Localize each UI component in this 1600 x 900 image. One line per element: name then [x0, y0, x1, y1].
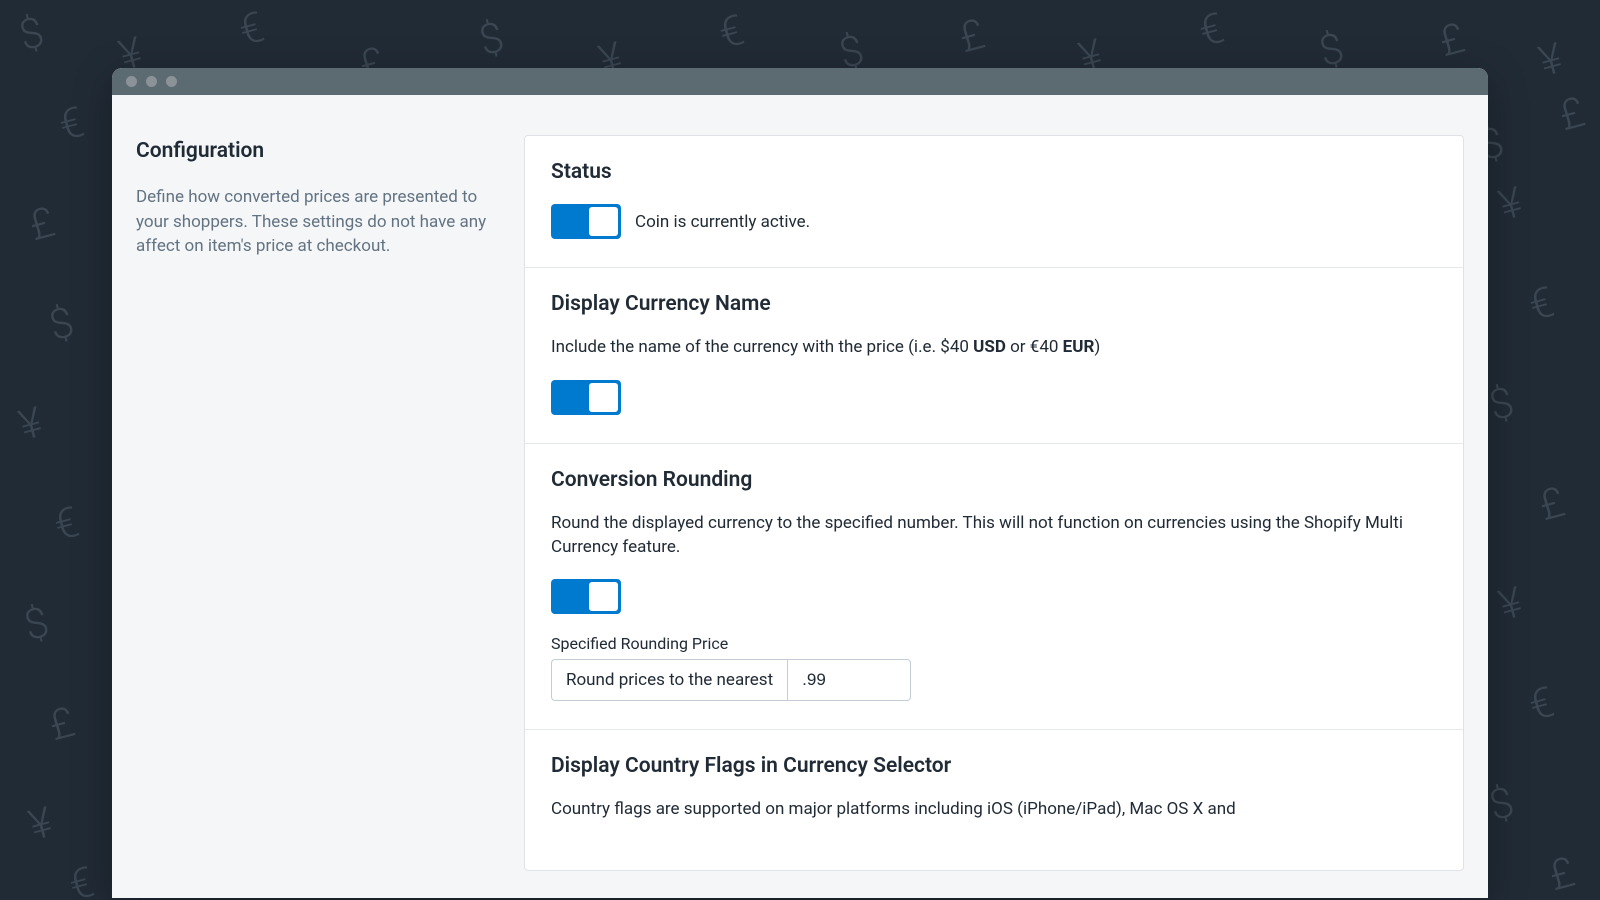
settings-sidebar: Configuration Define how converted price…	[136, 135, 500, 871]
status-toggle-label: Coin is currently active.	[635, 212, 810, 232]
minimize-icon[interactable]	[146, 76, 157, 87]
sidebar-title: Configuration	[136, 139, 500, 163]
settings-card: Status Coin is currently active. Display…	[524, 135, 1464, 871]
status-panel: Status Coin is currently active.	[525, 136, 1463, 268]
window-titlebar	[112, 68, 1488, 95]
display-currency-toggle[interactable]	[551, 380, 621, 415]
display-currency-panel: Display Currency Name Include the name o…	[525, 268, 1463, 444]
sidebar-description: Define how converted prices are presente…	[136, 185, 500, 259]
conversion-rounding-panel: Conversion Rounding Round the displayed …	[525, 444, 1463, 731]
conversion-rounding-title: Conversion Rounding	[551, 468, 1437, 492]
conversion-rounding-toggle[interactable]	[551, 579, 621, 614]
status-toggle[interactable]	[551, 204, 621, 239]
rounding-field-label: Specified Rounding Price	[551, 634, 1437, 653]
rounding-input-group: Round prices to the nearest	[551, 659, 1437, 701]
status-title: Status	[551, 160, 1437, 184]
conversion-rounding-description: Round the displayed currency to the spec…	[551, 512, 1437, 560]
country-flags-panel: Display Country Flags in Currency Select…	[525, 730, 1463, 870]
close-icon[interactable]	[126, 76, 137, 87]
app-window: Configuration Define how converted price…	[112, 68, 1488, 898]
maximize-icon[interactable]	[166, 76, 177, 87]
rounding-prefix-label: Round prices to the nearest	[551, 659, 787, 701]
rounding-value-input[interactable]	[787, 659, 911, 701]
country-flags-description: Country flags are supported on major pla…	[551, 798, 1437, 822]
country-flags-title: Display Country Flags in Currency Select…	[551, 754, 1437, 778]
settings-main: Status Coin is currently active. Display…	[524, 135, 1464, 871]
display-currency-description: Include the name of the currency with th…	[551, 336, 1437, 360]
display-currency-title: Display Currency Name	[551, 292, 1437, 316]
